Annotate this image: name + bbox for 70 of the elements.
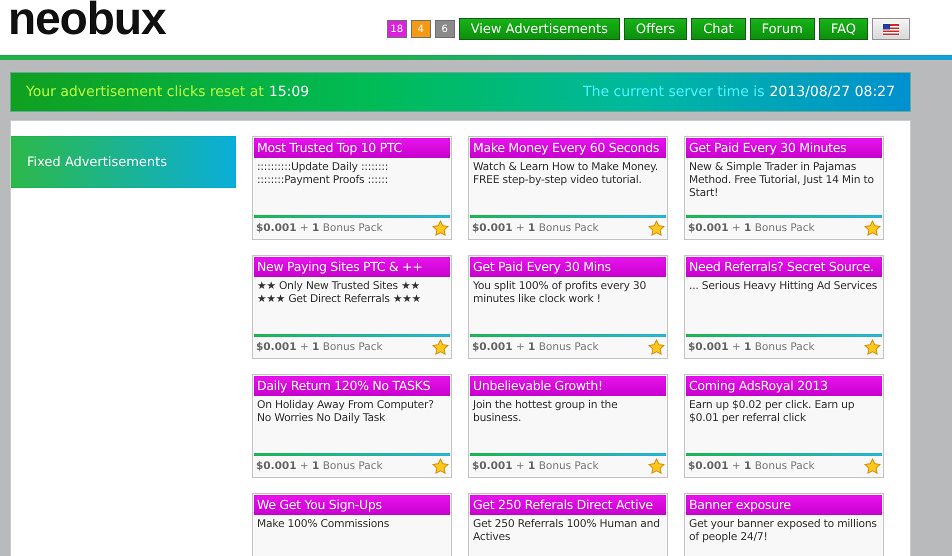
ad-description: You split 100% of profits every 30 minutes like clock work ! bbox=[472, 278, 648, 307]
ad-reward: $0.001 + 1 Bonus Pack bbox=[256, 341, 383, 353]
nav-button[interactable]: FAQ bbox=[818, 18, 868, 40]
ad-title[interactable]: Banner exposure bbox=[686, 495, 882, 515]
ad-description: Get 250 Referrals 100% Human and Actives bbox=[472, 516, 661, 545]
ad-card[interactable]: New Paying Sites PTC & ++ ★★ Only New Trusted Sites ★★ ★★★ Get Direct Referrals ★★★ $0.001 + 1 Bonus Pack bbox=[252, 255, 452, 359]
star-icon[interactable] bbox=[432, 458, 449, 474]
ad-card[interactable]: Get Paid Every 30 Mins You split 100% of profits every 30 minutes like clock work ! $0.001 + 1 Bonus Pack bbox=[468, 255, 668, 359]
star-icon[interactable] bbox=[432, 338, 449, 356]
star-icon[interactable] bbox=[864, 458, 881, 474]
ad-description: Get your banner exposed to millions of people 24/7! bbox=[688, 516, 878, 545]
ad-card[interactable]: Get 250 Referals Direct Active Get 250 Referrals 100% Human and Actives bbox=[468, 493, 668, 556]
ad-reward: $0.001 + 1 Bonus Pack bbox=[688, 341, 815, 353]
sidebar-tab[interactable]: Fixed Advertisements bbox=[11, 136, 236, 188]
ad-description: Make 100% Commissions bbox=[256, 516, 390, 532]
language-button[interactable] bbox=[872, 18, 910, 40]
ad-description: Earn up $0.02 per click. Earn up $0.01 per referral click bbox=[688, 397, 856, 426]
ad-title[interactable]: We Get You Sign-Ups bbox=[254, 495, 450, 515]
ad-card[interactable]: Most Trusted Top 10 PTC ::::::::::Update Daily :::::::: ::::::::Payment Proofs :::::: $0.001 + 1 Bonus Pack bbox=[252, 136, 452, 240]
ad-title[interactable]: Daily Return 120% No TASKS bbox=[254, 376, 450, 396]
nav-button[interactable]: Chat bbox=[691, 18, 746, 40]
star-icon[interactable] bbox=[648, 338, 665, 356]
ad-card[interactable]: We Get You Sign-Ups Make 100% Commissions bbox=[252, 493, 452, 556]
star-icon[interactable] bbox=[864, 338, 881, 356]
ad-reward: $0.001 + 1 Bonus Pack bbox=[688, 222, 815, 234]
ad-title[interactable]: Get Paid Every 30 Minutes bbox=[686, 138, 882, 158]
nav-button[interactable]: View Advertisements bbox=[458, 18, 620, 40]
ad-description: On Holiday Away From Computer? No Worries No Daily Task bbox=[256, 397, 435, 426]
count-badge[interactable]: 4 bbox=[410, 20, 431, 38]
ad-title[interactable]: Unbelievable Growth! bbox=[470, 376, 666, 396]
ad-card[interactable]: Banner exposure Get your banner exposed to millions of people 24/7! bbox=[684, 493, 884, 556]
ad-title[interactable]: Get 250 Referals Direct Active bbox=[470, 495, 666, 515]
nav-button[interactable]: Forum bbox=[750, 18, 815, 40]
ad-reward: $0.001 + 1 Bonus Pack bbox=[472, 460, 599, 472]
nav-button[interactable]: Offers bbox=[624, 18, 688, 40]
ad-reward: $0.001 + 1 Bonus Pack bbox=[256, 222, 383, 234]
ad-description: ... Serious Heavy Hitting Ad Services bbox=[688, 278, 878, 294]
ad-card[interactable]: Make Money Every 60 Seconds Watch & Learn How to Make Money. FREE step-by-step video tutorial. $0.001 + 1 Bonus Pack bbox=[468, 136, 668, 240]
ad-card[interactable]: Coming AdsRoyal 2013 Earn up $0.02 per click. Earn up $0.01 per referral click $0.001 + 1 Bonus Pack bbox=[684, 374, 884, 478]
ad-reward: $0.001 + 1 Bonus Pack bbox=[688, 460, 815, 472]
ad-reward: $0.001 + 1 Bonus Pack bbox=[256, 460, 383, 472]
reset-label: Your advertisement clicks reset at bbox=[26, 84, 264, 100]
ad-description: ::::::::::Update Daily :::::::: ::::::::Payment Proofs :::::: bbox=[256, 159, 390, 188]
star-icon[interactable] bbox=[648, 220, 665, 236]
ad-reward: $0.001 + 1 Bonus Pack bbox=[472, 222, 599, 234]
flag-icon bbox=[883, 24, 899, 34]
ad-title[interactable]: New Paying Sites PTC & ++ bbox=[254, 257, 450, 277]
server-time-label: The current server time is bbox=[583, 84, 764, 100]
ad-description: Join the hottest group in the business. bbox=[472, 397, 619, 426]
count-badge[interactable]: 18 bbox=[386, 20, 407, 38]
star-icon[interactable] bbox=[432, 220, 449, 236]
server-time: 2013/08/27 08:27 bbox=[770, 84, 895, 100]
ad-card[interactable]: Need Referrals? Secret Source. ... Serious Heavy Hitting Ad Services $0.001 + 1 Bonus Pack bbox=[684, 255, 884, 359]
count-badge[interactable]: 6 bbox=[434, 20, 455, 38]
ad-description: New & Simple Trader in Pajamas Method. Free Tutorial, Just 14 Min to Start! bbox=[688, 159, 875, 201]
star-icon[interactable] bbox=[648, 458, 665, 474]
ad-title[interactable]: Coming AdsRoyal 2013 bbox=[686, 376, 882, 396]
ad-title[interactable]: Need Referrals? Secret Source. bbox=[686, 257, 882, 277]
star-icon[interactable] bbox=[864, 220, 881, 236]
ad-card[interactable]: Unbelievable Growth! Join the hottest group in the business. $0.001 + 1 Bonus Pack bbox=[468, 374, 668, 478]
ad-card[interactable]: Daily Return 120% No TASKS On Holiday Away From Computer? No Worries No Daily Task $0.001 + 1 Bonus Pack bbox=[252, 374, 452, 478]
ad-description: Watch & Learn How to Make Money. FREE step-by-step video tutorial. bbox=[472, 159, 659, 188]
ad-reward: $0.001 + 1 Bonus Pack bbox=[472, 341, 599, 353]
ad-title[interactable]: Get Paid Every 30 Mins bbox=[470, 257, 666, 277]
ad-title[interactable]: Make Money Every 60 Seconds bbox=[470, 138, 666, 158]
ad-card[interactable]: Get Paid Every 30 Minutes New & Simple Trader in Pajamas Method. Free Tutorial, Just 14 Min to Start! $0.001 + 1 Bonus Pack bbox=[684, 136, 884, 240]
reset-time: 15:09 bbox=[268, 84, 310, 100]
logo[interactable]: neobux bbox=[8, 0, 166, 40]
ad-description: ★★ Only New Trusted Sites ★★ ★★★ Get Direct Referrals ★★★ bbox=[256, 278, 422, 307]
ad-title[interactable]: Most Trusted Top 10 PTC bbox=[254, 138, 450, 158]
